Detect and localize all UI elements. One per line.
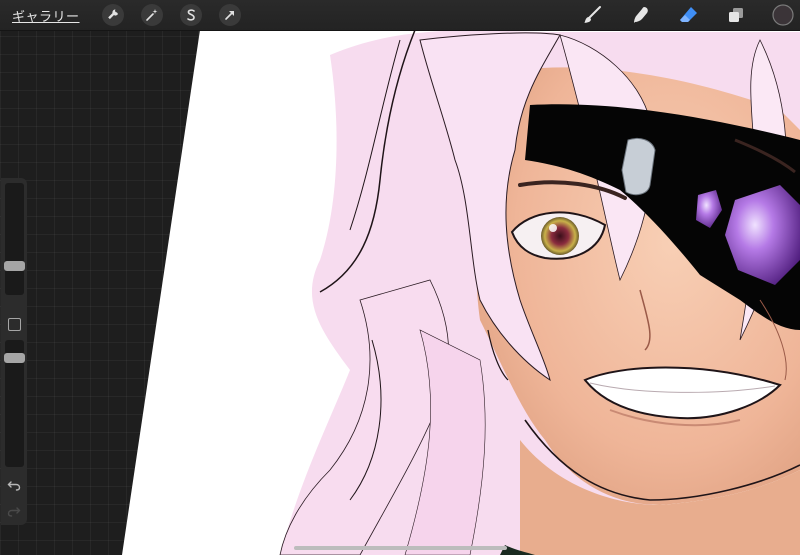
transform-arrow-icon [224, 11, 234, 20]
transform-button[interactable] [218, 4, 241, 26]
magic-wand-icon [145, 9, 158, 21]
undo-arrow-icon[interactable] [7, 478, 21, 492]
layers-button[interactable] [725, 4, 747, 26]
brush-size-slider[interactable] [4, 183, 25, 295]
eraser-icon [680, 7, 697, 22]
opacity-handle[interactable] [4, 353, 25, 363]
eyepatch-clasp [621, 137, 656, 196]
opacity-slider[interactable] [4, 340, 25, 467]
redo-arrow-icon[interactable] [7, 504, 21, 518]
color-swatch [772, 4, 794, 26]
smudge-tool[interactable] [630, 4, 652, 26]
top-toolbar: ギャラリー [0, 0, 800, 31]
brush-tool[interactable] [582, 4, 604, 26]
eraser-tool[interactable] [678, 4, 700, 26]
artwork-canvas[interactable] [0, 0, 800, 555]
home-indicator[interactable] [294, 546, 507, 550]
selection-s-icon [186, 9, 195, 21]
wrench-icon [107, 9, 118, 20]
brush-icon [584, 6, 601, 23]
eye-iris [541, 217, 579, 255]
color-button[interactable] [772, 4, 794, 26]
square-modify-icon[interactable] [8, 318, 21, 331]
layers-icon [729, 8, 743, 22]
gallery-button[interactable]: ギャラリー [12, 6, 80, 25]
canvas-workspace [0, 0, 800, 555]
selection-button[interactable] [179, 4, 202, 26]
actions-button[interactable] [101, 4, 124, 26]
smudge-finger-icon [634, 7, 648, 23]
brush-size-handle[interactable] [4, 261, 25, 271]
left-sidebar [1, 178, 27, 525]
adjustments-button[interactable] [140, 4, 163, 26]
